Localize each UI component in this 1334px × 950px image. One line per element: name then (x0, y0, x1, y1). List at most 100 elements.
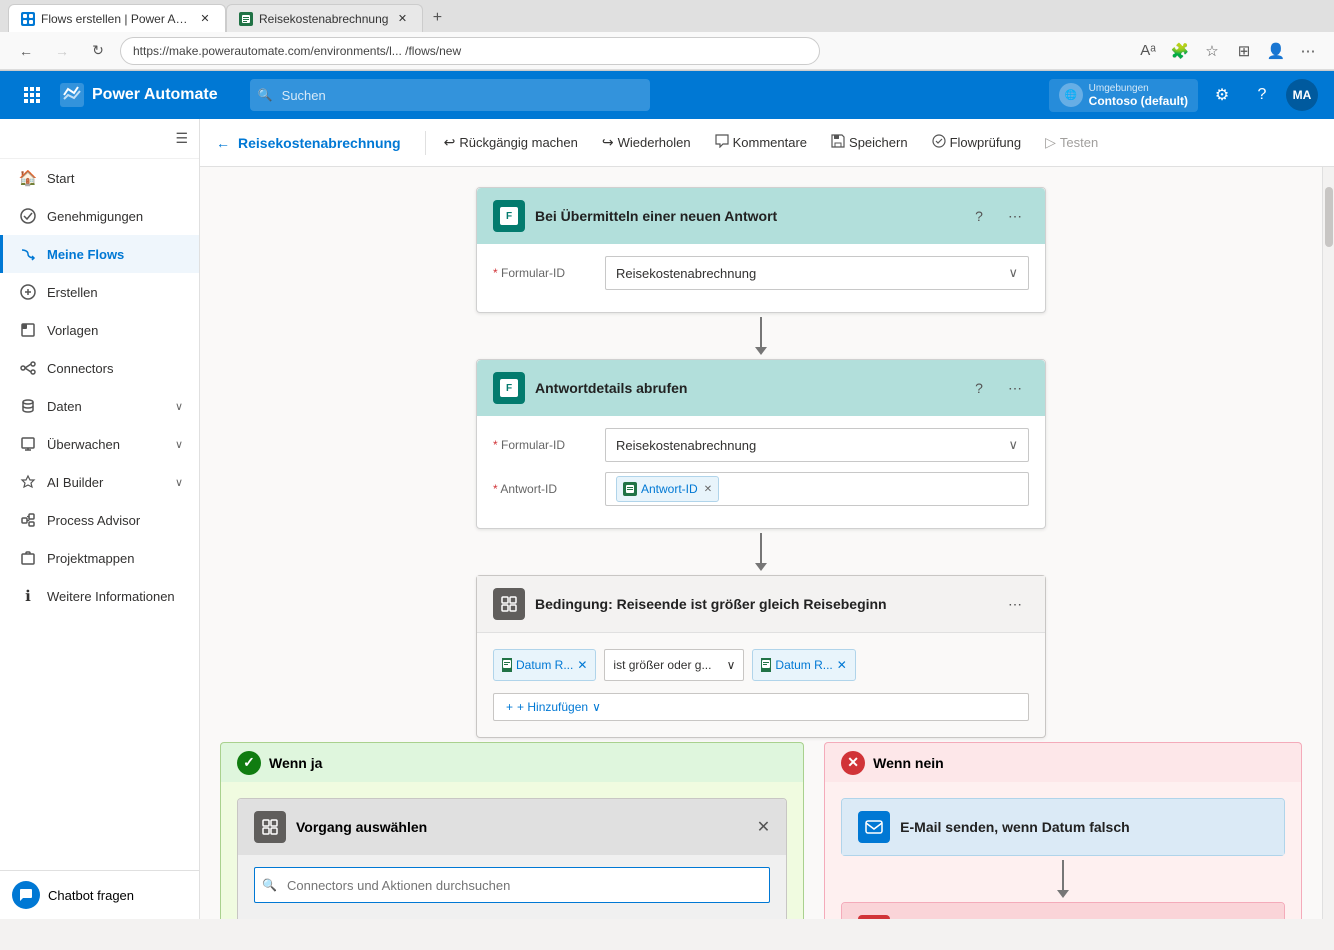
redo-label: Wiederholen (618, 135, 691, 150)
sidebar-item-weitere[interactable]: ℹ Weitere Informationen (0, 577, 199, 615)
dropdown-chevron-1: ∨ (1008, 265, 1018, 281)
add-chevron: ∨ (592, 700, 601, 714)
sidebar-label-ai-builder: AI Builder (47, 475, 103, 490)
new-tab-button[interactable]: + (423, 4, 451, 32)
environment-selector[interactable]: 🌐 Umgebungen Contoso (default) (1049, 79, 1198, 112)
reading-mode-icon[interactable]: Aᵃ (1134, 37, 1162, 65)
redo-button[interactable]: ↪ Wiederholen (592, 128, 701, 157)
tab-favicon-2 (239, 12, 253, 26)
formular-id-label-2: * Formular-ID (493, 438, 593, 452)
tag-close-icon[interactable]: ✕ (704, 484, 712, 495)
flow-name: Reisekostenabrechnung (238, 135, 401, 151)
help-icon[interactable]: ? (1246, 79, 1278, 111)
back-arrow-icon: ← (216, 135, 230, 151)
condition-node-title: Bedingung: Reiseende ist größer gleich R… (535, 596, 991, 612)
terminate-icon (858, 915, 890, 919)
browser-menu-icon[interactable]: ⋯ (1294, 37, 1322, 65)
condition-left-tag-icon (502, 658, 512, 672)
save-label: Speichern (849, 135, 908, 150)
flowcheck-icon (932, 134, 946, 151)
operator-value: ist größer oder g... (613, 658, 711, 672)
antwort-id-tag: Antwort-ID ✕ (616, 476, 719, 502)
details-more-icon[interactable]: ⋯ (1001, 374, 1029, 402)
sidebar-item-ai-builder[interactable]: AI Builder ∨ (0, 463, 199, 501)
favorites-icon[interactable]: ☆ (1198, 37, 1226, 65)
condition-left-close[interactable]: ✕ (577, 658, 587, 672)
branch-yes: ✓ Wenn ja (220, 742, 804, 919)
filter-tab-standard[interactable]: Standard (377, 913, 454, 919)
flowcheck-button[interactable]: Flowprüfung (922, 128, 1032, 157)
browser-tab-2[interactable]: Reisekostenabrechnung ✕ (226, 4, 423, 32)
antwort-id-field[interactable]: Antwort-ID ✕ (605, 472, 1029, 506)
add-label: + Hinzufügen (517, 700, 588, 714)
vertical-scrollbar[interactable] (1322, 167, 1334, 919)
details-node-title: Antwortdetails abrufen (535, 380, 955, 396)
no-branch-content: E-Mail senden, wenn Datum falsch (824, 782, 1302, 919)
sidebar-item-daten[interactable]: Daten ∨ (0, 387, 199, 425)
email-node-icon (858, 811, 890, 843)
action-select-close-icon[interactable]: ✕ (757, 817, 770, 837)
collections-icon[interactable]: ⊞ (1230, 37, 1258, 65)
tab1-close[interactable]: ✕ (197, 11, 213, 27)
profile-icon[interactable]: 👤 (1262, 37, 1290, 65)
condition-right-tag: Datum R... ✕ (752, 649, 855, 681)
sidebar-label-projektmappen: Projektmappen (47, 551, 134, 566)
browser-tab-active[interactable]: Flows erstellen | Power Automat... ✕ (8, 4, 226, 32)
condition-node-icon (493, 588, 525, 620)
templates-icon (19, 321, 37, 339)
env-label: Umgebungen (1089, 83, 1188, 94)
condition-right-close[interactable]: ✕ (837, 658, 847, 672)
test-icon: ▷ (1045, 134, 1056, 151)
extensions-icon[interactable]: 🧩 (1166, 37, 1194, 65)
trigger-more-icon[interactable]: ⋯ (1001, 202, 1029, 230)
avatar[interactable]: MA (1286, 79, 1318, 111)
settings-icon[interactable]: ⚙ (1206, 79, 1238, 111)
formular-id-dropdown-1[interactable]: Reisekostenabrechnung ∨ (605, 256, 1029, 290)
tab2-close[interactable]: ✕ (394, 11, 410, 27)
formular-id-dropdown-2[interactable]: Reisekostenabrechnung ∨ (605, 428, 1029, 462)
comments-button[interactable]: Kommentare (705, 128, 817, 157)
redo-icon: ↪ (602, 134, 614, 151)
sidebar-item-meine-flows[interactable]: Meine Flows (0, 235, 199, 273)
branch-no-label: Wenn nein (873, 755, 944, 771)
condition-operator[interactable]: ist größer oder g... ∨ (604, 649, 744, 681)
save-button[interactable]: Speichern (821, 128, 918, 157)
filter-tab-zwischenablage[interactable]: Zwischenablage (652, 913, 770, 919)
details-node-icon: F (493, 372, 525, 404)
details-help-icon[interactable]: ? (965, 374, 993, 402)
sidebar-item-erstellen[interactable]: Erstellen (0, 273, 199, 311)
waffle-menu-icon[interactable] (16, 79, 48, 111)
condition-more-icon[interactable]: ⋯ (1001, 590, 1029, 618)
branch-yes-label: Wenn ja (269, 755, 322, 771)
trigger-help-icon[interactable]: ? (965, 202, 993, 230)
forward-button[interactable]: → (48, 37, 76, 65)
daten-chevron: ∨ (175, 400, 183, 413)
global-search-input[interactable] (250, 79, 650, 111)
undo-button[interactable]: ↩ Rückgängig machen (434, 128, 588, 157)
sidebar-item-process-advisor[interactable]: Process Advisor (0, 501, 199, 539)
sidebar-item-genehmigungen[interactable]: Genehmigungen (0, 197, 199, 235)
condition-right-tag-icon (761, 658, 771, 672)
sidebar-item-projektmappen[interactable]: Projektmappen (0, 539, 199, 577)
sidebar-collapse-button[interactable]: ☰ (171, 126, 192, 151)
action-select-icon (254, 811, 286, 843)
test-button[interactable]: ▷ Testen (1035, 128, 1108, 157)
sidebar-item-connectors[interactable]: Connectors (0, 349, 199, 387)
chatbot-section[interactable]: Chatbot fragen (0, 870, 199, 919)
refresh-button[interactable]: ↻ (84, 37, 112, 65)
back-button[interactable]: ← (12, 37, 40, 65)
sidebar-item-uberwachen[interactable]: Überwachen ∨ (0, 425, 199, 463)
flow-back-button[interactable]: ← Reisekostenabrechnung (216, 135, 401, 151)
connector-search-input[interactable] (254, 867, 770, 903)
sidebar-item-vorlagen[interactable]: Vorlagen (0, 311, 199, 349)
sidebar-label-process-advisor: Process Advisor (47, 513, 140, 528)
filter-tab-alle[interactable]: Alle (254, 913, 302, 919)
sidebar-label-weitere: Weitere Informationen (47, 589, 175, 604)
sidebar-item-start[interactable]: 🏠 Start (0, 159, 199, 197)
details-node: F Antwortdetails abrufen ? ⋯ * F (476, 359, 1046, 529)
filter-tab-premium[interactable]: Premium (454, 913, 530, 919)
address-bar[interactable]: https://make.powerautomate.com/environme… (120, 37, 820, 65)
add-condition-button[interactable]: + + Hinzufügen ∨ (493, 693, 1029, 721)
filter-tab-integriert[interactable]: Integriert (302, 913, 377, 919)
filter-tab-benutzerdefiniert[interactable]: Benutzerdefiniert (530, 913, 652, 919)
